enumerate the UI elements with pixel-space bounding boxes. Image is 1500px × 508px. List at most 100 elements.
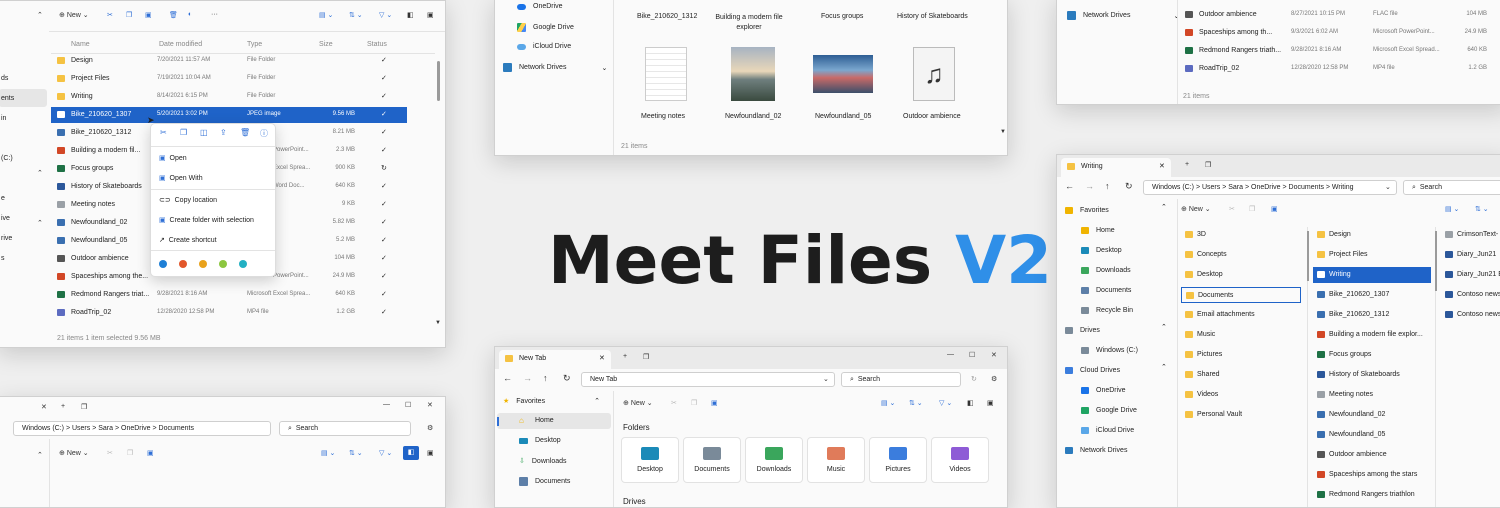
tab-overview-icon[interactable]: ❐ (81, 403, 87, 411)
chevron-up-icon[interactable]: ⌃ (37, 169, 43, 177)
grid-label[interactable]: History of Skateboards (897, 13, 968, 20)
nav-item-drives[interactable]: Drives (1065, 323, 1100, 337)
nav-item-google-drive[interactable]: Google Drive (517, 23, 574, 32)
nav-item-documents[interactable]: Documents (519, 477, 570, 486)
chevron-down-icon[interactable]: ⌄ (1385, 183, 1391, 191)
scroll-down-icon[interactable]: ▼ (1000, 129, 1006, 135)
sidebar-item[interactable]: ents (1, 95, 14, 102)
details-pane-icon[interactable]: ▣ (427, 11, 434, 19)
sidebar-item[interactable]: e (1, 195, 5, 202)
address-bar[interactable]: New Tab (581, 372, 835, 387)
grid-item-newfoundland-05[interactable]: Newfoundland_05 (811, 47, 877, 127)
nav-item-recycle-bin[interactable]: Recycle Bin (1081, 303, 1133, 317)
table-row[interactable]: Bike_210620_1307 5/20/2021 3:02 PM JPEG im… (51, 107, 407, 123)
list-item[interactable]: 3D (1181, 227, 1301, 243)
list-item[interactable]: Bike_210620_1307 (1313, 287, 1431, 303)
paste-icon[interactable]: ▣ (147, 449, 154, 457)
list-item[interactable]: Building a modern file explor... (1313, 327, 1431, 343)
column-header-size[interactable]: Size (319, 41, 333, 48)
details-pane-icon[interactable]: ▣ (427, 449, 434, 457)
list-item[interactable]: Redmond Rangers triathlon (1313, 487, 1431, 503)
list-item[interactable]: Pictures (1181, 347, 1301, 363)
nav-item-cloud-drives[interactable]: Cloud Drives (1065, 363, 1120, 377)
back-icon[interactable]: ← (503, 373, 512, 383)
nav-item-onedrive[interactable]: OneDrive (1081, 383, 1126, 397)
column-header-name[interactable]: Name (71, 41, 90, 48)
preview-pane-icon[interactable]: ◧ (967, 399, 974, 407)
tab-writing[interactable]: Writing ✕ (1061, 158, 1171, 177)
table-row[interactable]: Design 7/20/2021 11:57 AM File Folder ✓ (51, 53, 407, 69)
close-icon[interactable]: ✕ (427, 401, 433, 409)
new-button[interactable]: ⊕ New ⌄ (59, 449, 89, 457)
column-header-status[interactable]: Status (367, 41, 387, 48)
grid-label[interactable]: Building a modern file explorer (713, 13, 785, 33)
copy-icon[interactable]: ❐ (691, 399, 697, 407)
new-button[interactable]: ⊕ New ⌄ (623, 399, 653, 407)
search-input[interactable]: ⌕ Search (279, 421, 411, 436)
new-button[interactable]: ⊕ New ⌄ (1181, 205, 1211, 213)
grid-label[interactable]: Bike_210620_1312 (637, 13, 697, 20)
folder-tile-documents[interactable]: Documents (683, 437, 741, 483)
settings-icon[interactable]: ⚙ (991, 375, 997, 383)
paste-icon[interactable]: ▣ (145, 11, 152, 19)
sidebar-item[interactable]: rive (1, 235, 12, 242)
settings-icon[interactable]: ⚙ (427, 424, 433, 432)
back-icon[interactable]: ← (1065, 181, 1074, 191)
sidebar-item[interactable]: ive (1, 215, 10, 222)
list-item[interactable]: Personal Vault (1181, 407, 1301, 423)
scrollbar[interactable] (1307, 231, 1309, 281)
nav-item-documents[interactable]: Documents (1081, 283, 1131, 297)
chevron-up-icon[interactable]: ⌃ (1161, 363, 1167, 371)
paste-icon[interactable]: ▣ (1271, 205, 1278, 213)
copy-icon[interactable]: ❐ (126, 11, 132, 19)
sidebar-item[interactable]: in (1, 115, 6, 122)
list-item[interactable]: Documents (1181, 287, 1301, 303)
nav-item-windows-c[interactable]: Windows (C:) (1081, 343, 1138, 357)
folder-tile-videos[interactable]: Videos (931, 437, 989, 483)
grid-item-outdoor-ambience[interactable]: ♫ Outdoor ambience (901, 47, 967, 127)
scroll-down-icon[interactable]: ▼ (435, 320, 441, 326)
properties-icon[interactable]: ⓘ (260, 128, 268, 139)
nav-item-desktop[interactable]: Desktop (1081, 243, 1122, 257)
nav-item-home[interactable]: Home (1081, 223, 1115, 237)
table-row[interactable]: Writing 8/14/2021 6:15 PM File Folder ✓ (51, 89, 407, 105)
context-menu-open[interactable]: ▣ Open (159, 154, 187, 162)
view-icon[interactable]: ▤ ⌄ (321, 449, 335, 457)
up-icon[interactable]: ↑ (543, 373, 548, 383)
list-item[interactable]: Email attachments (1181, 307, 1301, 323)
refresh-icon[interactable]: ↻ (563, 373, 571, 384)
collapse-icon[interactable]: ⌃ (37, 11, 43, 19)
list-item[interactable]: Newfoundland_05 (1313, 427, 1431, 443)
grid-item-newfoundland-02[interactable]: Newfoundland_02 (723, 47, 783, 127)
new-button[interactable]: ⊕ New ⌄ (59, 11, 89, 19)
more-icon[interactable]: ··· (211, 11, 218, 18)
maximize-icon[interactable]: ☐ (405, 401, 411, 409)
context-menu-open-with[interactable]: ▣ Open With (159, 174, 203, 182)
color-tag[interactable] (159, 260, 167, 268)
details-pane-icon[interactable]: ▣ (987, 399, 994, 407)
nav-item-icloud-drive[interactable]: iCloud Drive (517, 43, 571, 50)
address-bar[interactable]: Windows (C:) > Users > Sara > OneDrive >… (1143, 180, 1397, 195)
folder-tile-music[interactable]: Music (807, 437, 865, 483)
delete-icon[interactable]: 🗑 (240, 128, 250, 137)
grid-item-meeting-notes[interactable]: Meeting notes (635, 47, 695, 127)
list-item[interactable]: Contoso news (1441, 307, 1500, 323)
refresh-icon[interactable]: ↻ (1125, 181, 1133, 192)
nav-item-network-drives[interactable]: Network Drives (1065, 443, 1127, 457)
list-item[interactable]: Contoso news (1441, 287, 1500, 303)
new-tab-icon[interactable]: + (61, 403, 65, 410)
sort-icon[interactable]: ⇅ ⌄ (349, 449, 363, 457)
nav-item-icloud-drive[interactable]: iCloud Drive (1081, 423, 1134, 437)
list-item[interactable]: Shared (1181, 367, 1301, 383)
list-item[interactable]: Concepts (1181, 247, 1301, 263)
scrollbar[interactable] (437, 61, 440, 101)
table-row[interactable]: Outdoor ambience 8/27/2021 10:15 PM FLAC f… (1181, 7, 1500, 23)
list-item[interactable]: Desktop (1181, 267, 1301, 283)
chevron-down-icon[interactable]: ⌄ (823, 375, 829, 383)
nav-item-downloads[interactable]: ⇩ Downloads (519, 457, 567, 466)
copy-icon[interactable]: ❐ (1249, 205, 1255, 213)
list-item[interactable]: Meeting notes (1313, 387, 1431, 403)
table-row[interactable]: RoadTrip_02 12/28/2020 12:58 PM MP4 file 1.… (51, 305, 407, 321)
nav-item-google-drive[interactable]: Google Drive (1081, 403, 1137, 417)
color-tag[interactable] (219, 260, 227, 268)
